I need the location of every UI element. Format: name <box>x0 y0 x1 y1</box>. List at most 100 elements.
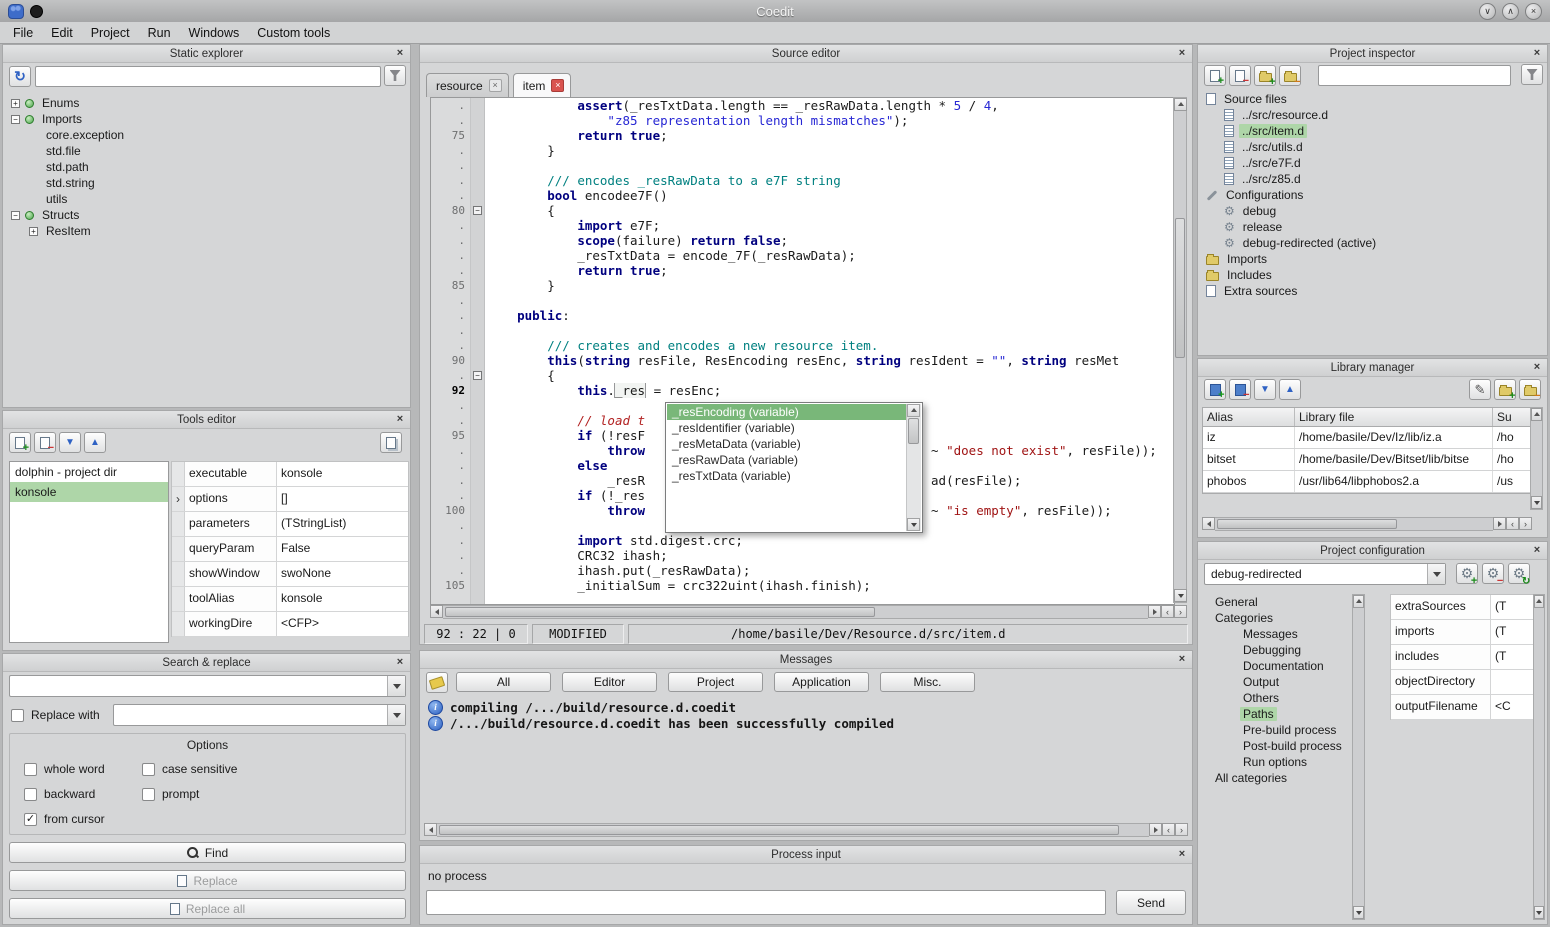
edit-button[interactable] <box>1469 379 1491 400</box>
scroll-left-icon[interactable] <box>1202 517 1215 530</box>
fold-icon[interactable]: − <box>473 371 482 380</box>
folder-remove-button[interactable] <box>1519 379 1541 400</box>
next-icon[interactable]: › <box>1519 517 1532 530</box>
doc-copy-button[interactable] <box>380 432 402 453</box>
config-category[interactable]: Pre-build process <box>1200 722 1350 738</box>
library-horizontal-scrollbar[interactable]: ‹ › <box>1202 517 1532 531</box>
code-line[interactable]: 92 this._res = resEnc; <box>431 383 1174 398</box>
close-icon[interactable]: × <box>1175 46 1189 60</box>
project-tree-item[interactable]: ../src/utils.d <box>1200 139 1545 155</box>
doc-add-button[interactable] <box>1204 65 1226 86</box>
folder-add-button[interactable] <box>1494 379 1516 400</box>
expander-icon[interactable]: − <box>11 211 20 220</box>
clear-button[interactable] <box>426 672 448 693</box>
config-category[interactable]: Debugging <box>1200 642 1350 658</box>
code-editor[interactable]: . assert(_resTxtData.length == _resRawDa… <box>430 97 1175 605</box>
symbol-tree-item[interactable]: std.path <box>5 159 408 175</box>
fold-icon[interactable]: − <box>473 206 482 215</box>
code-line[interactable]: . return true; <box>431 263 1174 278</box>
project-tree-item[interactable]: ../src/resource.d <box>1200 107 1545 123</box>
code-line[interactable]: 85 } <box>431 278 1174 293</box>
scroll-down-icon[interactable] <box>1534 906 1544 919</box>
completion-item[interactable]: _resEncoding (variable) <box>667 404 907 420</box>
doc-remove-button[interactable] <box>1229 65 1251 86</box>
doc-remove-button[interactable] <box>34 432 56 453</box>
filter-misc-button[interactable]: Misc. <box>880 672 975 692</box>
property-row[interactable]: executablekonsole <box>172 462 408 487</box>
checkbox-icon[interactable]: ✓ <box>24 813 37 826</box>
code-line[interactable]: . scope(failure) return false; <box>431 233 1174 248</box>
property-row[interactable]: showWindowswoNone <box>172 562 408 587</box>
symbol-tree-item[interactable]: core.exception <box>5 127 408 143</box>
code-line[interactable]: . _resTxtData = encode_7F(_resRawData); <box>431 248 1174 263</box>
project-tree-item[interactable]: Extra sources <box>1200 283 1545 299</box>
filter-editor-button[interactable]: Editor <box>562 672 657 692</box>
configuration-combobox[interactable]: debug-redirected <box>1204 563 1446 585</box>
app-menu-icon[interactable] <box>30 5 43 18</box>
filter-button[interactable] <box>384 65 406 86</box>
property-value[interactable]: <CFP> <box>277 612 408 636</box>
send-button[interactable]: Send <box>1116 890 1186 915</box>
code-line[interactable]: 105 _initialSum = crc322uint(ihash.finis… <box>431 578 1174 593</box>
arrow-up-button[interactable] <box>84 432 106 453</box>
scroll-up-icon[interactable] <box>1174 98 1187 111</box>
property-row[interactable]: imports(T <box>1391 620 1537 645</box>
scroll-down-icon[interactable] <box>1353 906 1364 919</box>
symbol-search-input[interactable] <box>35 66 381 87</box>
property-row[interactable]: includes(T <box>1391 645 1537 670</box>
scroll-down-icon[interactable] <box>1531 496 1542 509</box>
folder-remove-button[interactable] <box>1279 65 1301 86</box>
symbol-tree-item[interactable]: +ResItem <box>5 223 408 239</box>
editor-horizontal-scrollbar[interactable]: ‹ › <box>430 605 1187 619</box>
close-button[interactable]: × <box>1525 3 1542 20</box>
arrow-down-button[interactable] <box>1254 379 1276 400</box>
config-category[interactable]: Run options <box>1200 754 1350 770</box>
code-line[interactable]: . "z85 representation length mismatches"… <box>431 113 1174 128</box>
symbol-tree-item[interactable]: std.string <box>5 175 408 191</box>
project-tree-item[interactable]: release <box>1200 219 1545 235</box>
code-line[interactable]: . CRC32 ihash; <box>431 548 1174 563</box>
scroll-thumb[interactable] <box>439 825 1119 835</box>
tool-list-item[interactable]: dolphin - project dir <box>10 462 168 482</box>
completion-item[interactable]: _resRawData (variable) <box>667 452 907 468</box>
close-icon[interactable]: × <box>1175 652 1189 666</box>
gear-run-button[interactable] <box>1508 563 1530 584</box>
doc-add-button[interactable] <box>9 432 31 453</box>
completion-scrollbar[interactable] <box>906 404 921 531</box>
project-tree-item[interactable]: debug-redirected (active) <box>1200 235 1545 251</box>
scroll-right-icon[interactable] <box>1493 517 1506 530</box>
library-vertical-scrollbar[interactable] <box>1530 407 1543 510</box>
scroll-down-icon[interactable] <box>907 518 920 531</box>
message-row[interactable]: i/.../build/resource.d.coedit has been s… <box>428 715 1184 731</box>
scroll-thumb[interactable] <box>1217 519 1397 529</box>
prev-icon[interactable]: ‹ <box>1162 823 1175 836</box>
library-row[interactable]: bitset/home/basile/Dev/Bitset/lib/bitse/… <box>1203 449 1533 471</box>
code-line[interactable]: . <box>431 158 1174 173</box>
code-line[interactable]: . public: <box>431 308 1174 323</box>
filter-project-button[interactable]: Project <box>668 672 763 692</box>
project-tree-item[interactable]: debug <box>1200 203 1545 219</box>
filter-all-button[interactable]: All <box>456 672 551 692</box>
code-line[interactable]: . <box>431 293 1174 308</box>
close-icon[interactable]: × <box>393 46 407 60</box>
maximize-button[interactable]: ∧ <box>1502 3 1519 20</box>
library-row[interactable]: iz/home/basile/Dev/Iz/lib/iz.a/ho <box>1203 427 1533 449</box>
property-value[interactable]: (T <box>1491 595 1537 619</box>
project-tree-item[interactable]: Source files <box>1200 91 1545 107</box>
tab-resource[interactable]: resource× <box>426 73 509 97</box>
prev-icon[interactable]: ‹ <box>1161 605 1174 618</box>
project-tree-item[interactable]: ../src/e7F.d <box>1200 155 1545 171</box>
messages-horizontal-scrollbar[interactable]: ‹ › <box>424 823 1188 837</box>
checkbox-prompt[interactable]: prompt <box>142 787 405 801</box>
arrow-up-button[interactable] <box>1279 379 1301 400</box>
property-row[interactable]: ›options[] <box>172 487 408 512</box>
code-line[interactable]: . /// encodes _resRawData to a e7F strin… <box>431 173 1174 188</box>
inspector-filter-input[interactable] <box>1318 65 1511 86</box>
code-line[interactable]: 90 this(string resFile, ResEncoding resE… <box>431 353 1174 368</box>
project-tree-item[interactable]: Imports <box>1200 251 1545 267</box>
next-icon[interactable]: › <box>1175 823 1188 836</box>
close-icon[interactable]: × <box>1530 360 1544 374</box>
scroll-left-icon[interactable] <box>424 823 437 836</box>
find-button[interactable]: Find <box>9 842 406 863</box>
column-header[interactable]: Su <box>1493 408 1531 426</box>
